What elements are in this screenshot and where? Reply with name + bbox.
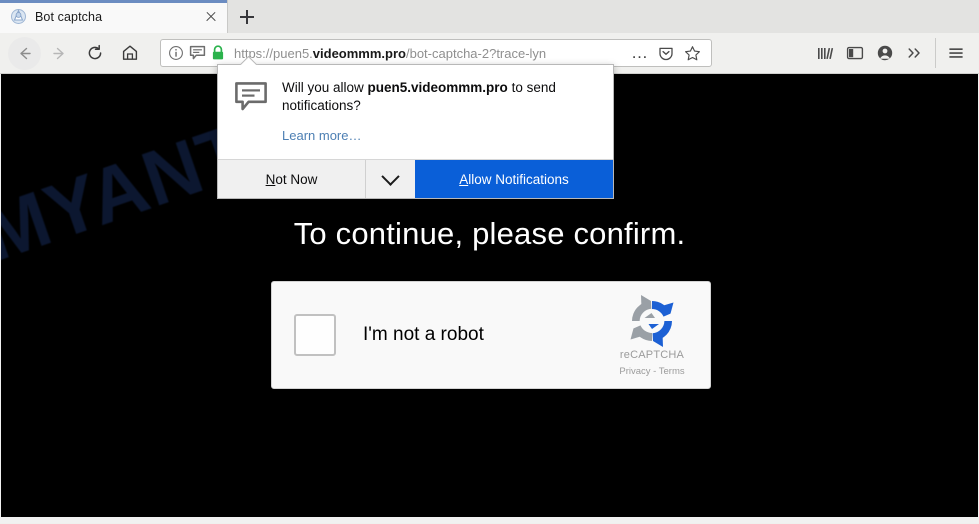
info-icon[interactable] <box>168 45 184 61</box>
question-prefix: Will you allow <box>282 80 368 95</box>
forward-arrow-icon <box>53 47 64 59</box>
allow-notifications-button[interactable]: Allow Notifications <box>415 160 613 199</box>
hamburger-menu-icon[interactable] <box>941 38 971 68</box>
notification-permission-popup: Will you allow puen5.videommm.pro to sen… <box>217 64 614 200</box>
url-bar-actions: … <box>627 41 705 65</box>
allow-label: llow Notifications <box>468 171 569 187</box>
sidebar-icon[interactable] <box>840 38 870 68</box>
popup-arrow <box>240 56 258 65</box>
url-domain: videommm.pro <box>312 45 406 61</box>
permission-question: Will you allow puen5.videommm.pro to sen… <box>282 79 599 115</box>
recaptcha-widget[interactable]: I'm not a robot reCAPTCHA Privacy - Term… <box>271 281 711 389</box>
not-now-label: ot Now <box>275 171 318 187</box>
reload-button[interactable] <box>78 37 111 70</box>
overflow-chevrons-icon[interactable] <box>900 38 930 68</box>
recaptcha-brand-name: reCAPTCHA <box>619 348 685 361</box>
recaptcha-checkbox[interactable] <box>294 314 336 356</box>
recaptcha-label: I'm not a robot <box>363 324 484 345</box>
page-heading: To continue, please confirm. <box>293 216 686 251</box>
allow-accesskey: A <box>459 171 469 187</box>
url-path: /bot-captcha-2?trace-lyn <box>405 45 547 61</box>
chevron-down-icon <box>381 167 400 186</box>
popup-action-bar: Not Now Allow Notifications <box>218 159 613 199</box>
url-subdomain: puen5. <box>273 45 313 61</box>
notification-bubble-icon <box>234 79 268 145</box>
notification-bubble-icon[interactable] <box>189 45 206 61</box>
url-text[interactable]: https://puen5.videommm.pro/bot-captcha-2… <box>234 46 621 61</box>
home-button[interactable] <box>113 37 146 70</box>
tab-bot-captcha[interactable]: Bot captcha <box>0 0 228 33</box>
recaptcha-legal-links[interactable]: Privacy - Terms <box>600 366 704 377</box>
page-actions-icon[interactable]: … <box>627 41 653 65</box>
bookmark-star-icon[interactable] <box>679 41 705 65</box>
tab-strip: Bot captcha <box>0 0 979 33</box>
popup-body: Will you allow puen5.videommm.pro to sen… <box>218 65 613 159</box>
permission-dropdown-button[interactable] <box>366 160 415 199</box>
toolbar-divider <box>935 38 936 68</box>
pocket-icon[interactable] <box>653 41 679 65</box>
tab-title: Bot captcha <box>35 9 103 24</box>
popup-text-column: Will you allow puen5.videommm.pro to sen… <box>282 79 599 145</box>
learn-more-link[interactable]: Learn more… <box>282 128 361 143</box>
not-now-button[interactable]: Not Now <box>218 160 366 199</box>
recaptcha-branding: reCAPTCHA Privacy - Terms <box>600 294 710 377</box>
recaptcha-logo <box>625 294 679 348</box>
close-icon[interactable] <box>201 7 221 27</box>
library-icon[interactable] <box>810 38 840 68</box>
new-tab-button[interactable] <box>228 0 266 33</box>
back-arrow-icon <box>20 47 31 59</box>
forward-button[interactable] <box>43 37 76 70</box>
account-icon[interactable] <box>870 38 900 68</box>
padlock-icon[interactable] <box>211 45 225 61</box>
home-icon <box>122 45 137 60</box>
toolbar-right-icons <box>810 38 971 68</box>
browser-window: Bot captcha https://puen5.videommm.pro/b… <box>0 0 979 524</box>
site-favicon <box>10 8 27 25</box>
not-now-accesskey: N <box>265 171 276 187</box>
reload-icon <box>88 44 101 60</box>
question-origin: puen5.videommm.pro <box>367 80 508 95</box>
back-button[interactable] <box>8 36 41 70</box>
ellipsis-icon: … <box>631 43 649 62</box>
